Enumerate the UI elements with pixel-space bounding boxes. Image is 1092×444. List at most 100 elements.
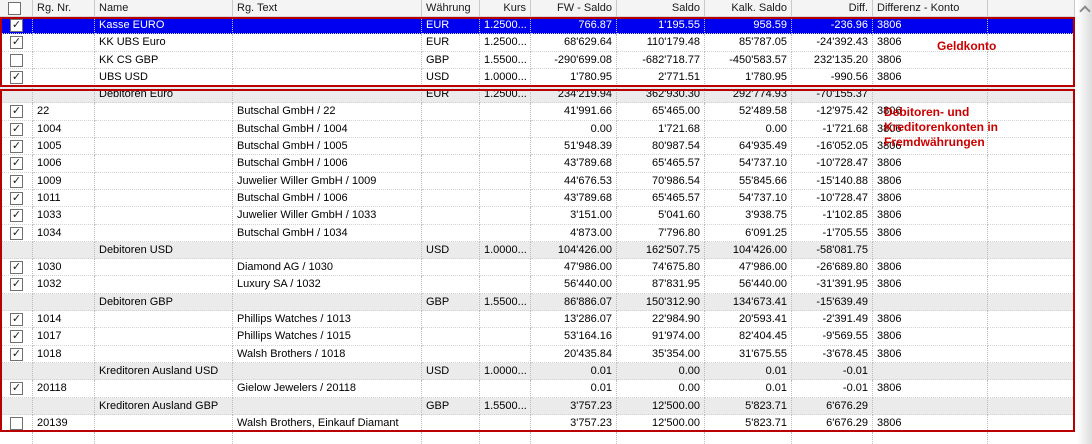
table-row[interactable]: ✓ 1018 Walsh Brothers / 1018 20'435.84 3… [0, 346, 1075, 363]
row-select-cell[interactable]: ✓ [0, 207, 33, 224]
row-select-cell[interactable]: ✓ [0, 328, 33, 345]
cell-saldo: -682'718.77 [617, 52, 705, 69]
column-header-name[interactable]: Name [95, 0, 233, 17]
table-row[interactable]: KK CS GBP GBP 1.5500... -290'699.08 -682… [0, 52, 1075, 69]
cell-name [95, 415, 233, 432]
cell-fw-saldo: 43'789.68 [531, 190, 617, 207]
row-checkbox[interactable] [10, 54, 23, 67]
table-row[interactable]: ✓ 1006 Butschal GmbH / 1006 43'789.68 65… [0, 155, 1075, 172]
select-all-cell[interactable] [0, 0, 33, 17]
cell-diff: -12'975.42 [792, 103, 873, 120]
row-select-cell[interactable] [0, 415, 33, 432]
column-header-fw[interactable]: FW - Saldo [531, 0, 617, 17]
row-checkbox[interactable]: ✓ [10, 36, 23, 49]
row-select-cell[interactable]: ✓ [0, 69, 33, 86]
row-checkbox[interactable]: ✓ [10, 313, 23, 326]
table-row[interactable]: ✓ 22 Butschal GmbH / 22 41'991.66 65'465… [0, 103, 1075, 120]
row-select-cell[interactable] [0, 398, 33, 415]
row-select-cell[interactable]: ✓ [0, 380, 33, 397]
table-row[interactable]: ✓ 1033 Juwelier Willer GmbH / 1033 3'151… [0, 207, 1075, 224]
table-row[interactable]: Debitoren GBP GBP 1.5500... 86'886.07 15… [0, 294, 1075, 311]
row-select-cell[interactable]: ✓ [0, 17, 33, 34]
row-select-cell[interactable]: ✓ [0, 311, 33, 328]
table-row[interactable]: ✓ Kasse EURO EUR 1.2500... 766.87 1'195.… [0, 17, 1075, 34]
column-header-kurs[interactable]: Kurs [480, 0, 531, 17]
row-checkbox[interactable]: ✓ [10, 330, 23, 343]
table-row[interactable] [0, 432, 1075, 444]
row-checkbox[interactable]: ✓ [10, 123, 23, 136]
table-row[interactable]: ✓ 1011 Butschal GmbH / 1006 43'789.68 65… [0, 190, 1075, 207]
column-header-kalk[interactable]: Kalk. Saldo [705, 0, 792, 17]
column-header-saldo[interactable]: Saldo [617, 0, 705, 17]
scroll-up-icon[interactable] [1079, 5, 1090, 16]
table-row[interactable]: ✓ 1005 Butschal GmbH / 1005 51'948.39 80… [0, 138, 1075, 155]
row-checkbox[interactable] [10, 417, 23, 430]
row-checkbox[interactable]: ✓ [10, 157, 23, 170]
row-checkbox[interactable]: ✓ [10, 71, 23, 84]
row-select-cell[interactable]: ✓ [0, 276, 33, 293]
column-header-cur[interactable]: Währung [422, 0, 480, 17]
row-select-cell[interactable]: ✓ [0, 225, 33, 242]
row-checkbox[interactable]: ✓ [10, 261, 23, 274]
row-checkbox[interactable]: ✓ [10, 192, 23, 205]
cell-name [95, 276, 233, 293]
cell-kalk-saldo: 54'737.10 [705, 190, 792, 207]
table-row[interactable]: ✓ 1004 Butschal GmbH / 1004 0.00 1'721.6… [0, 121, 1075, 138]
table-row[interactable]: Kreditoren Ausland USD USD 1.0000... 0.0… [0, 363, 1075, 380]
table-row[interactable]: ✓ 1009 Juwelier Willer GmbH / 1009 44'67… [0, 173, 1075, 190]
row-select-cell[interactable] [0, 363, 33, 380]
table-row[interactable]: ✓ 1032 Luxury SA / 1032 56'440.00 87'831… [0, 276, 1075, 293]
cell-name [95, 173, 233, 190]
row-checkbox[interactable]: ✓ [10, 140, 23, 153]
table-row[interactable]: ✓ 1017 Phillips Watches / 1015 53'164.16… [0, 328, 1075, 345]
row-checkbox[interactable]: ✓ [10, 227, 23, 240]
table-row[interactable]: ✓ 20118 Gielow Jewelers / 20118 0.01 0.0… [0, 380, 1075, 397]
row-checkbox[interactable]: ✓ [10, 175, 23, 188]
row-select-cell[interactable] [0, 294, 33, 311]
row-select-cell[interactable]: ✓ [0, 34, 33, 51]
table-row[interactable]: Kreditoren Ausland GBP GBP 1.5500... 3'7… [0, 398, 1075, 415]
row-select-cell[interactable]: ✓ [0, 259, 33, 276]
table-row[interactable]: ✓ 1030 Diamond AG / 1030 47'986.00 74'67… [0, 259, 1075, 276]
column-header-diff[interactable]: Diff. [792, 0, 873, 17]
row-checkbox[interactable]: ✓ [10, 382, 23, 395]
cell-fw-saldo: 766.87 [531, 17, 617, 34]
table-row[interactable]: ✓ 1014 Phillips Watches / 1013 13'286.07… [0, 311, 1075, 328]
select-all-checkbox[interactable] [8, 2, 21, 15]
column-header-konto[interactable]: Differenz - Konto [873, 0, 988, 17]
cell-diff: -236.96 [792, 17, 873, 34]
row-select-cell[interactable] [0, 432, 33, 444]
row-select-cell[interactable]: ✓ [0, 173, 33, 190]
table-row[interactable]: 20139 Walsh Brothers, Einkauf Diamant 3'… [0, 415, 1075, 432]
table-row[interactable]: ✓ KK UBS Euro EUR 1.2500... 68'629.64 11… [0, 34, 1075, 51]
row-select-cell[interactable]: ✓ [0, 138, 33, 155]
row-select-cell[interactable]: ✓ [0, 190, 33, 207]
row-select-cell[interactable]: ✓ [0, 103, 33, 120]
cell-currency: GBP [422, 52, 480, 69]
row-select-cell[interactable] [0, 242, 33, 259]
row-select-cell[interactable]: ✓ [0, 346, 33, 363]
row-select-cell[interactable]: ✓ [0, 155, 33, 172]
row-checkbox[interactable]: ✓ [10, 19, 23, 32]
row-select-cell[interactable] [0, 86, 33, 103]
table-row[interactable]: Debitoren USD USD 1.0000... 104'426.00 1… [0, 242, 1075, 259]
row-select-cell[interactable]: ✓ [0, 121, 33, 138]
cell-diff: 6'676.29 [792, 415, 873, 432]
cell-differenz-konto: 3806 [873, 52, 988, 69]
table-row[interactable]: ✓ UBS USD USD 1.0000... 1'780.95 2'771.5… [0, 69, 1075, 86]
vertical-scrollbar[interactable] [1078, 0, 1092, 444]
cell-rgnr: 22 [33, 103, 95, 120]
cell-rgnr [33, 17, 95, 34]
table-row[interactable]: Debitoren Euro EUR 1.2500... 234'219.94 … [0, 86, 1075, 103]
column-header-text[interactable]: Rg. Text [233, 0, 422, 17]
column-header-spacer[interactable] [988, 0, 1075, 17]
row-checkbox[interactable]: ✓ [10, 348, 23, 361]
accounts-table: Rg. Nr.NameRg. TextWährungKursFW - Saldo… [0, 0, 1075, 444]
row-checkbox[interactable]: ✓ [10, 105, 23, 118]
row-checkbox[interactable]: ✓ [10, 209, 23, 222]
table-row[interactable]: ✓ 1034 Butschal GmbH / 1034 4'873.00 7'7… [0, 225, 1075, 242]
row-select-cell[interactable] [0, 52, 33, 69]
row-checkbox[interactable]: ✓ [10, 278, 23, 291]
column-header-rgnr[interactable]: Rg. Nr. [33, 0, 95, 17]
cell-differenz-konto [873, 242, 988, 259]
